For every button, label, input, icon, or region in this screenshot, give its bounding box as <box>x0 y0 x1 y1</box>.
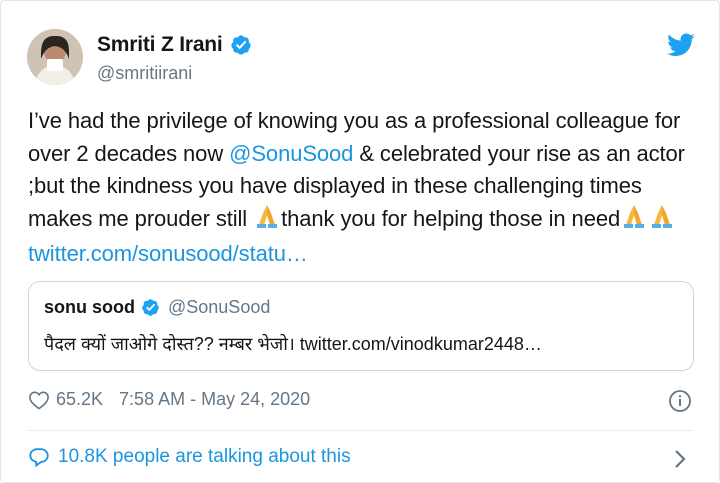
quoted-author-handle: @SonuSood <box>168 297 271 317</box>
info-icon[interactable] <box>668 389 692 413</box>
mention-link[interactable]: @SonuSood <box>229 141 353 166</box>
quoted-tweet[interactable]: sonu sood @SonuSood पैदल क्यों जाओगे दोस… <box>28 281 694 371</box>
author-handle[interactable]: @smritiirani <box>97 63 192 84</box>
conversation-count-text: 10.8K people are talking about this <box>58 446 351 467</box>
heart-icon[interactable] <box>28 390 50 410</box>
author-name[interactable]: Smriti Z Irani <box>97 33 223 57</box>
tweet-text-part: thank you for helping those in need <box>281 205 621 231</box>
quoted-tweet-text: पैदल क्यों जाओगे दोस्त?? नम्बर भेजो। twi… <box>44 334 542 354</box>
quoted-author-name: sonu sood <box>44 297 135 317</box>
timestamp[interactable]: 7:58 AM - May 24, 2020 <box>119 389 310 410</box>
tweet-body: I’ve had the privilege of knowing you as… <box>28 105 708 271</box>
chevron-right-icon[interactable] <box>673 448 687 470</box>
verified-badge-icon <box>142 299 159 316</box>
folded-hands-icon <box>648 203 676 239</box>
folded-hands-icon <box>620 203 648 239</box>
tweet-link[interactable]: twitter.com/sonusood/statu… <box>28 241 308 266</box>
conversation-link[interactable]: 10.8K people are talking about this <box>28 446 351 468</box>
twitter-bird-icon[interactable] <box>667 33 695 57</box>
divider <box>28 430 694 431</box>
avatar[interactable] <box>27 29 83 85</box>
verified-badge-icon <box>230 35 251 55</box>
tweet-meta: 65.2K 7:58 AM - May 24, 2020 <box>28 389 310 410</box>
folded-hands-icon <box>253 203 281 239</box>
like-count[interactable]: 65.2K <box>56 389 103 410</box>
speech-bubble-icon <box>29 448 49 468</box>
tweet-card: Smriti Z Irani @smritiirani I’ve had the… <box>0 0 720 483</box>
